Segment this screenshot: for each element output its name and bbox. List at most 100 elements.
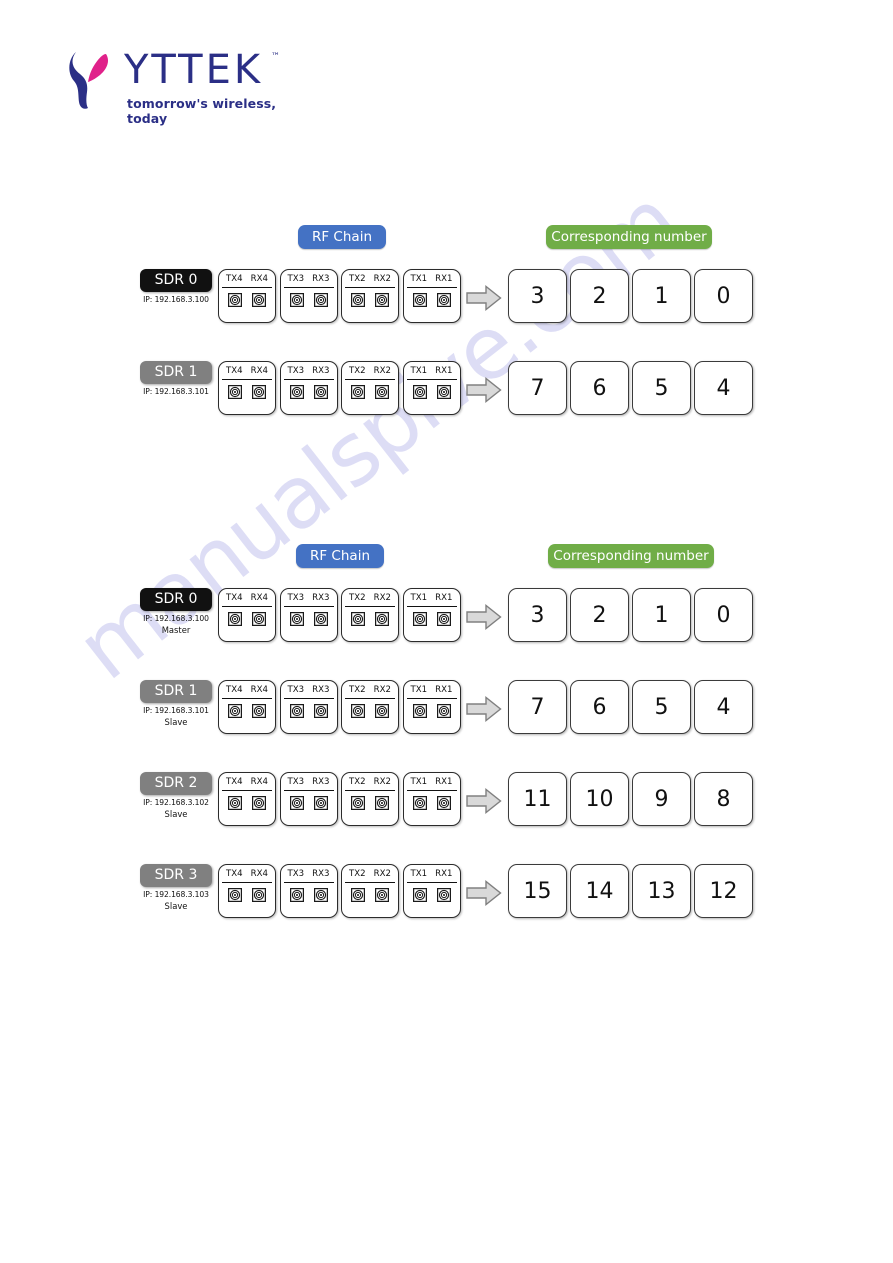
sma-connector-icon xyxy=(412,796,427,810)
sdr-ip-address: IP: 192.168.3.101 xyxy=(143,706,209,715)
rf-chain-box[interactable]: TX2 RX2 xyxy=(341,269,399,323)
sdr-name-chip: SDR 1 xyxy=(140,680,212,703)
corresponding-number-box[interactable]: 12 xyxy=(694,864,753,918)
rx-label: RX3 xyxy=(312,593,330,603)
corresponding-number-box[interactable]: 11 xyxy=(508,772,567,826)
corresponding-number-box[interactable]: 4 xyxy=(694,361,753,415)
rf-chain-box[interactable]: TX4 RX4 xyxy=(218,588,276,642)
rf-chain-connectors xyxy=(285,385,333,399)
sma-connector-icon xyxy=(228,293,242,307)
corresponding-number-box[interactable]: 13 xyxy=(632,864,691,918)
corresponding-number-box[interactable]: 9 xyxy=(632,772,691,826)
rf-chain-port-labels: TX2 RX2 xyxy=(345,683,395,699)
rf-chain-connectors xyxy=(285,888,333,902)
corresponding-number-box[interactable]: 1 xyxy=(632,588,691,642)
corresponding-number-box[interactable]: 2 xyxy=(570,269,629,323)
sma-connector-icon xyxy=(313,704,328,718)
sma-connector-icon xyxy=(228,612,242,626)
sdr-ip-address: IP: 192.168.3.102 xyxy=(143,798,209,807)
sdr-ip-address: IP: 192.168.3.100 xyxy=(143,614,209,623)
rf-chain-box[interactable]: TX4 RX4 xyxy=(218,864,276,918)
corresponding-number-box[interactable]: 10 xyxy=(570,772,629,826)
rf-chain-connectors xyxy=(346,796,394,810)
rf-chain-port-labels: TX1 RX1 xyxy=(406,867,457,883)
corresponding-number-box[interactable]: 6 xyxy=(570,680,629,734)
rf-chain-box[interactable]: TX4 RX4 xyxy=(218,680,276,734)
sma-connector-icon xyxy=(412,293,427,307)
sma-connector-icon xyxy=(313,796,328,810)
sma-connector-icon xyxy=(351,612,365,626)
rf-chain-port-labels: TX2 RX2 xyxy=(345,272,395,288)
tx-label: TX3 xyxy=(287,366,305,376)
rf-chain-box[interactable]: TX3 RX3 xyxy=(279,680,338,734)
rf-chain-port-labels: TX1 RX1 xyxy=(406,775,457,791)
rf-chain-box[interactable]: TX2 RX2 xyxy=(341,680,399,734)
rf-chain-box[interactable]: TX3 RX3 xyxy=(279,588,338,642)
sma-connector-icon xyxy=(351,796,365,810)
rf-chain-port-labels: TX4 RX4 xyxy=(222,364,272,380)
corresponding-number-box[interactable]: 3 xyxy=(508,588,567,642)
rf-chain-box[interactable]: TX4 RX4 xyxy=(218,361,276,415)
tx-label: TX1 xyxy=(410,869,428,879)
rf-chain-box[interactable]: TX1 RX1 xyxy=(402,680,461,734)
sma-connector-icon xyxy=(375,888,389,902)
sma-connector-icon xyxy=(436,704,451,718)
tx-label: TX4 xyxy=(226,593,243,603)
sma-connector-icon xyxy=(289,612,304,626)
rf-chain-box[interactable]: TX1 RX1 xyxy=(402,269,461,323)
rf-chain-box[interactable]: TX3 RX3 xyxy=(279,864,338,918)
tx-label: TX2 xyxy=(349,274,366,284)
rf-chain-port-labels: TX2 RX2 xyxy=(345,775,395,791)
sdr-row: SDR 0 IP: 192.168.3.100 Master TX4 RX4 TX3 RX… xyxy=(0,588,893,652)
corresponding-number-box[interactable]: 0 xyxy=(694,269,753,323)
sdr-identity-block: SDR 1 IP: 192.168.3.101 xyxy=(133,361,219,396)
corresponding-number-header-label: Corresponding number xyxy=(548,544,714,568)
corresponding-number-box[interactable]: 7 xyxy=(508,680,567,734)
rf-chain-port-labels: TX3 RX3 xyxy=(283,364,334,380)
corresponding-number-box[interactable]: 6 xyxy=(570,361,629,415)
rf-chain-box[interactable]: TX3 RX3 xyxy=(279,361,338,415)
corresponding-number-box[interactable]: 0 xyxy=(694,588,753,642)
rx-label: RX3 xyxy=(312,777,330,787)
right-block-arrow-icon xyxy=(466,604,502,630)
corresponding-number-box[interactable]: 7 xyxy=(508,361,567,415)
corresponding-number-box[interactable]: 5 xyxy=(632,680,691,734)
rf-chain-box[interactable]: TX2 RX2 xyxy=(341,864,399,918)
corresponding-number-box[interactable]: 4 xyxy=(694,680,753,734)
rf-chain-box[interactable]: TX4 RX4 xyxy=(218,772,276,826)
corresponding-number-box[interactable]: 14 xyxy=(570,864,629,918)
corresponding-number-box[interactable]: 2 xyxy=(570,588,629,642)
sma-connector-icon xyxy=(252,796,266,810)
rx-label: RX1 xyxy=(435,685,453,695)
rf-chain-box[interactable]: TX1 RX1 xyxy=(402,864,461,918)
tx-label: TX3 xyxy=(287,593,305,603)
sma-connector-icon xyxy=(228,796,242,810)
sdr-name-chip: SDR 0 xyxy=(140,588,212,611)
sma-connector-icon xyxy=(351,888,365,902)
corresponding-number-box[interactable]: 15 xyxy=(508,864,567,918)
corresponding-number-box[interactable]: 5 xyxy=(632,361,691,415)
rf-chain-box[interactable]: TX2 RX2 xyxy=(341,361,399,415)
rf-chain-box[interactable]: TX1 RX1 xyxy=(402,361,461,415)
rf-chain-connectors xyxy=(408,385,456,399)
sdr-role-label: Slave xyxy=(164,901,188,911)
rf-chain-box[interactable]: TX2 RX2 xyxy=(341,588,399,642)
rf-chain-box[interactable]: TX4 RX4 xyxy=(218,269,276,323)
rf-chain-box[interactable]: TX1 RX1 xyxy=(402,772,461,826)
rf-chain-connectors xyxy=(285,612,333,626)
sma-connector-icon xyxy=(228,704,242,718)
rf-chain-box[interactable]: TX2 RX2 xyxy=(341,772,399,826)
rf-chain-box[interactable]: TX3 RX3 xyxy=(279,269,338,323)
sma-connector-icon xyxy=(313,385,328,399)
corresponding-number-box[interactable]: 8 xyxy=(694,772,753,826)
tx-label: TX4 xyxy=(226,685,243,695)
rf-chain-connectors xyxy=(285,293,333,307)
corresponding-number-box[interactable]: 3 xyxy=(508,269,567,323)
sma-connector-icon xyxy=(351,385,365,399)
rf-chain-box[interactable]: TX1 RX1 xyxy=(402,588,461,642)
rf-chain-box[interactable]: TX3 RX3 xyxy=(279,772,338,826)
sdr-name-chip: SDR 1 xyxy=(140,361,212,384)
rf-chain-connectors xyxy=(346,704,394,718)
corresponding-number-box[interactable]: 1 xyxy=(632,269,691,323)
sma-connector-icon xyxy=(412,888,427,902)
